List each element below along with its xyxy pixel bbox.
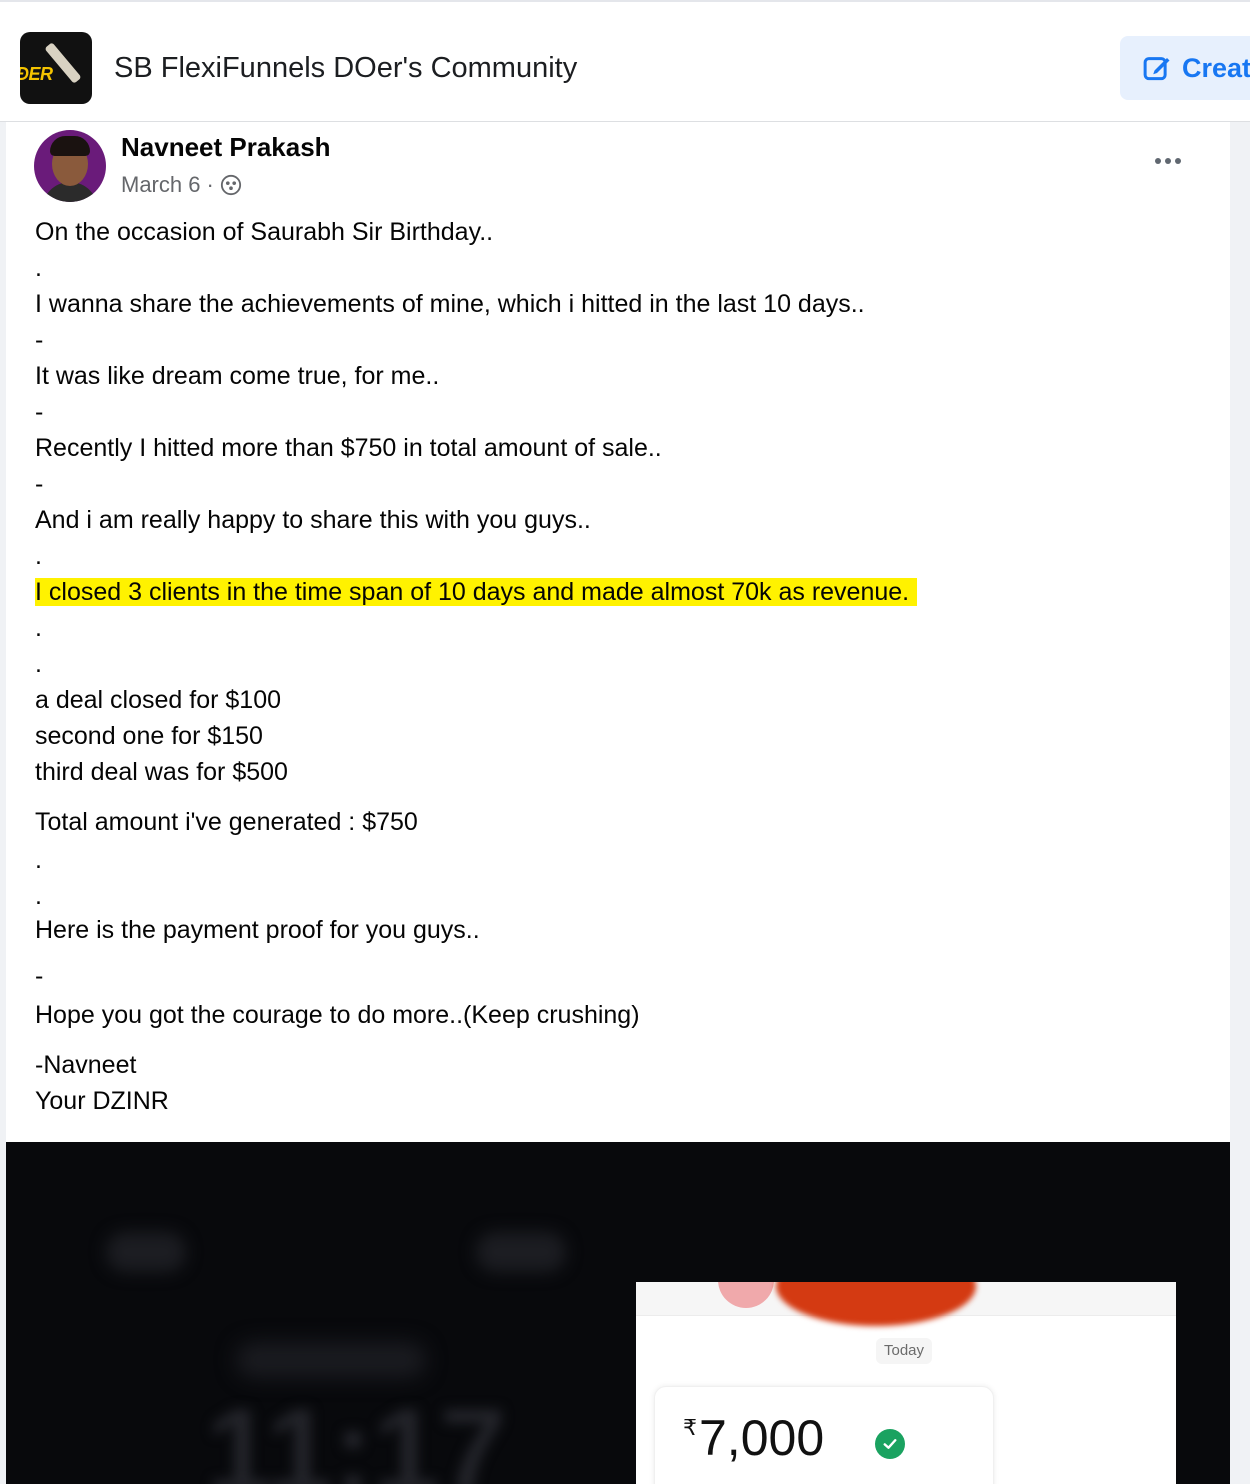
post-line: . [35, 846, 42, 874]
create-label: Creat [1182, 52, 1250, 83]
group-logo[interactable]: ÐER [20, 32, 92, 104]
post-line: And i am really happy to share this with… [35, 506, 591, 534]
post-line: On the occasion of Saurabh Sir Birthday.… [35, 218, 494, 246]
group-members-icon [220, 174, 241, 196]
post-line: . [35, 542, 42, 570]
highlight-text: I closed 3 clients in the time span of 1… [35, 578, 918, 606]
post-line: It was like dream come true, for me.. [35, 362, 440, 390]
more-options-icon[interactable] [1148, 148, 1188, 174]
post-date[interactable]: March 6 [121, 172, 200, 198]
date-chip: Today [876, 1338, 933, 1364]
redacted-scribble [776, 1282, 976, 1326]
payment-amount: ₹ 7,000 [683, 1409, 824, 1467]
author-name[interactable]: Navneet Prakash [121, 132, 331, 163]
post-card: Navneet Prakash March 6 · On the occasio… [6, 122, 1230, 1484]
post-line: Here is the payment proof for you guys.. [35, 916, 480, 944]
check-circle-icon [875, 1429, 905, 1459]
post-line: Recently I hitted more than $750 in tota… [35, 434, 662, 462]
post-line: Hope you got the courage to do more..(Ke… [35, 1001, 640, 1029]
post-meta: March 6 · [121, 172, 242, 198]
post-line: . [35, 882, 42, 910]
post-line: - [35, 470, 44, 498]
author-avatar[interactable] [34, 130, 106, 202]
payment-card: ₹ 7,000 [654, 1386, 994, 1484]
meta-separator: · [206, 172, 214, 197]
post-line: a deal closed for $100 [35, 686, 282, 714]
currency-symbol: ₹ [683, 1415, 697, 1440]
group-header: ÐER SB FlexiFunnels DOer's Community Cre… [0, 0, 1250, 122]
post-line: -Navneet [35, 1051, 137, 1079]
create-post-button[interactable]: Creat [1120, 36, 1250, 100]
post-line: - [35, 398, 44, 426]
post-line: - [35, 962, 44, 990]
blurred-clock: 11:17 [206, 1384, 507, 1484]
post-line: . [35, 650, 42, 678]
post-line: - [35, 326, 44, 354]
blurred-date [236, 1342, 426, 1378]
group-name[interactable]: SB FlexiFunnels DOer's Community [114, 52, 577, 85]
amount-value: 7,000 [699, 1410, 825, 1466]
group-logo-text: ÐER [20, 64, 53, 84]
highlighted-line: I closed 3 clients in the time span of 1… [35, 578, 918, 607]
post-line: Total amount i've generated : $750 [35, 808, 418, 836]
blurred-status-right [476, 1232, 566, 1272]
payment-proof-screenshot: Today ₹ 7,000 [636, 1282, 1176, 1484]
post-line: second one for $150 [35, 722, 263, 750]
post-line: Your DZINR [35, 1087, 169, 1115]
blurred-status-left [106, 1232, 186, 1272]
post-line: I wanna share the achievements of mine, … [35, 290, 865, 318]
post-media[interactable]: 11:17 Today ₹ 7,000 [6, 1142, 1230, 1484]
edit-icon [1143, 57, 1170, 81]
post-line: third deal was for $500 [35, 758, 288, 786]
post-line: . [35, 254, 42, 282]
post-line: . [35, 614, 42, 642]
avatar-hair [50, 136, 90, 156]
